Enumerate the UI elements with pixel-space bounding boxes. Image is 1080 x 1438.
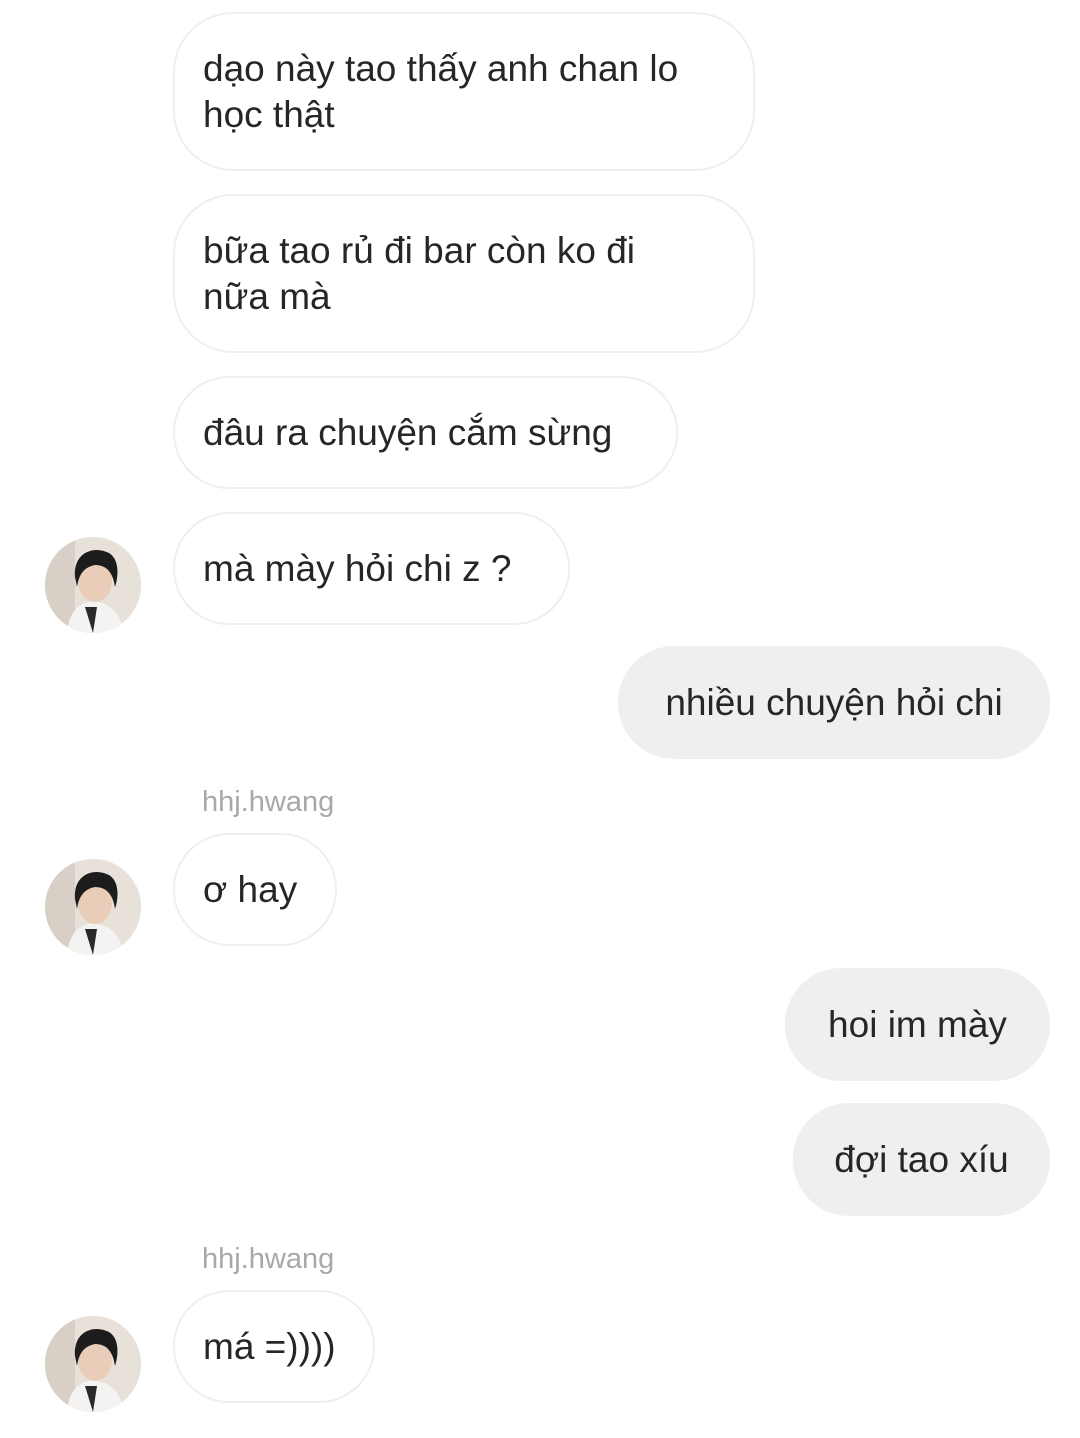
- avatar-photo-icon: [45, 859, 141, 955]
- sender-name: hhj.hwang: [202, 786, 335, 818]
- contact-avatar[interactable]: [45, 537, 141, 633]
- message-bubble-outgoing[interactable]: hoi im mày: [785, 968, 1050, 1081]
- message-bubble-outgoing[interactable]: đợi tao xíu: [793, 1103, 1050, 1216]
- contact-avatar[interactable]: [45, 859, 141, 955]
- sender-name: hhj.hwang: [202, 1243, 335, 1275]
- message-bubble-incoming[interactable]: ơ hay: [173, 833, 337, 946]
- message-bubble-incoming[interactable]: mà mày hỏi chi z ?: [173, 512, 570, 625]
- message-bubble-outgoing[interactable]: nhiều chuyện hỏi chi: [618, 646, 1050, 759]
- avatar-photo-icon: [45, 537, 141, 633]
- message-bubble-incoming[interactable]: dạo này tao thấy anh chan lo học thật: [173, 12, 755, 171]
- message-bubble-incoming[interactable]: bữa tao rủ đi bar còn ko đi nữa mà: [173, 194, 755, 353]
- contact-avatar[interactable]: [45, 1316, 141, 1412]
- message-bubble-incoming[interactable]: má =)))): [173, 1290, 375, 1403]
- avatar-photo-icon: [45, 1316, 141, 1412]
- message-bubble-incoming[interactable]: đâu ra chuyện cắm sừng: [173, 376, 678, 489]
